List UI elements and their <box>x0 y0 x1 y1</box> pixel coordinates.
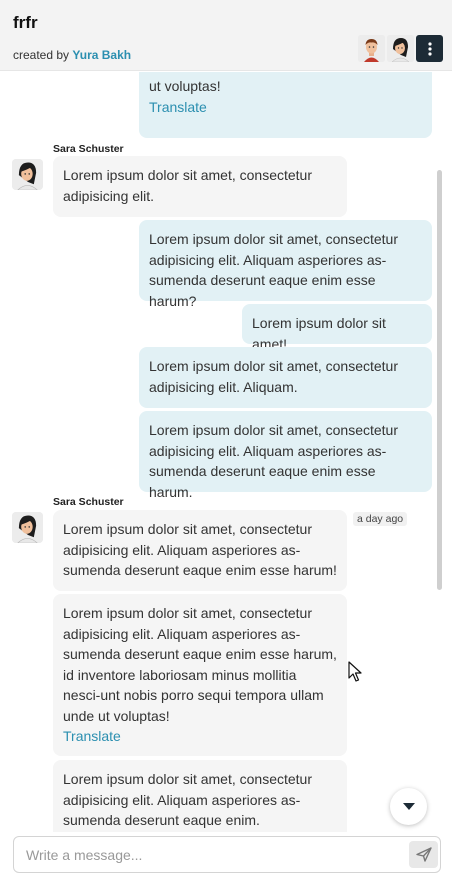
sender-name: Sara Schuster <box>53 143 124 155</box>
created-by-label: created by <box>13 48 70 62</box>
message-scrollbar[interactable] <box>437 170 442 590</box>
send-button[interactable] <box>409 841 438 868</box>
message-text: Lorem ipsum dolor sit amet, consectetur … <box>63 605 337 724</box>
incoming-message: Lorem ipsum dolor sit amet, consectetur … <box>53 760 347 832</box>
more-menu-button[interactable] <box>416 35 443 62</box>
message-text: Lorem ipsum dolor sit amet, consectetur … <box>149 422 398 500</box>
outgoing-message: Lorem ipsum dolor sit amet, consectetur … <box>139 347 432 408</box>
message-composer <box>13 836 441 873</box>
outgoing-message: Lorem ipsum dolor sit amet, consectetur … <box>139 220 432 309</box>
more-vertical-icon <box>427 41 432 56</box>
translate-link[interactable]: Translate <box>149 97 422 118</box>
scroll-to-bottom-button[interactable] <box>390 788 427 825</box>
mouse-cursor-icon <box>348 661 362 682</box>
participant-avatar-female[interactable] <box>387 35 414 62</box>
chat-subtitle: created by Yura Bakh <box>13 48 131 62</box>
outgoing-message: Lorem ipsum dolor sit amet! <box>242 304 432 352</box>
message-text: Lorem ipsum dolor sit amet, consectetur … <box>63 771 312 828</box>
sender-avatar[interactable] <box>12 512 43 543</box>
translate-link[interactable]: Translate <box>63 726 337 747</box>
incoming-message: Lorem ipsum dolor sit amet, consectetur … <box>53 156 347 217</box>
message-text: Lorem ipsum dolor sit amet, consectetur … <box>149 358 398 395</box>
message-text: Lorem ipsum dolor sit amet, consectetur … <box>149 231 398 309</box>
chevron-down-icon <box>402 803 415 810</box>
message-input[interactable] <box>26 845 396 865</box>
chat-title: frfr <box>13 13 38 32</box>
participant-avatar-male[interactable] <box>358 35 385 62</box>
sender-avatar[interactable] <box>12 159 43 190</box>
author-link[interactable]: Yura Bakh <box>72 48 131 62</box>
send-icon <box>415 847 432 862</box>
chat-header: frfr created by Yura Bakh <box>0 0 452 71</box>
message-timestamp: a day ago <box>353 512 408 526</box>
sender-name: Sara Schuster <box>53 496 124 508</box>
message-list[interactable]: ut voluptas! Translate Sara Schuster Lor… <box>0 72 452 832</box>
message-text: Lorem ipsum dolor sit amet, consectetur … <box>63 167 312 204</box>
incoming-message: Lorem ipsum dolor sit amet, consectetur … <box>53 510 347 591</box>
message-text: Lorem ipsum dolor sit amet, consectetur … <box>63 521 337 578</box>
outgoing-message: Lorem ipsum dolor sit amet, consectetur … <box>139 411 432 500</box>
outgoing-message: ut voluptas! Translate <box>139 72 432 138</box>
incoming-message: Lorem ipsum dolor sit amet, consectetur … <box>53 594 347 756</box>
message-text: ut voluptas! <box>149 78 221 94</box>
